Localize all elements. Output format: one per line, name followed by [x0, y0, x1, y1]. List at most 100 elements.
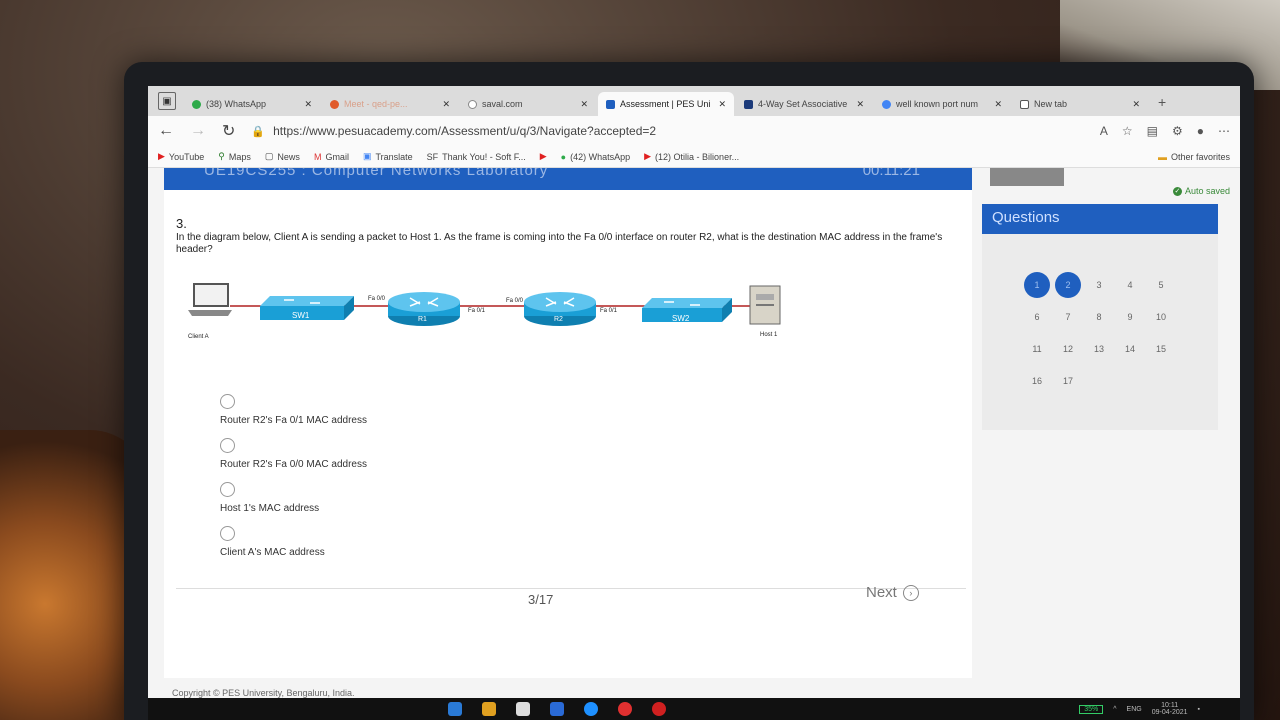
browser-tab[interactable]: well known port num ✕ — [874, 92, 1010, 116]
tray-up-icon[interactable]: ^ — [1113, 706, 1116, 713]
url-field[interactable]: 🔒 https://www.pesuacademy.com/Assessment… — [251, 124, 1083, 138]
question-nav-button[interactable]: 14 — [1117, 336, 1143, 362]
question-nav-button[interactable]: 12 — [1055, 336, 1081, 362]
back-arrow-icon[interactable]: ← — [158, 122, 174, 140]
profile-avatar-icon[interactable]: ● — [1197, 124, 1204, 138]
bookmark-youtube[interactable]: ▶ YouTube — [158, 151, 204, 162]
network-diagram: Client A SW1 R1 R2 SW2 Host 1 Fa 0/0 Fa … — [184, 276, 804, 356]
question-nav-button[interactable]: 11 — [1024, 336, 1050, 362]
option-radio[interactable] — [220, 526, 235, 541]
extensions-icon[interactable]: ⚙ — [1172, 124, 1183, 138]
option-label: Client A's MAC address — [220, 547, 325, 558]
network-diagram-svg — [188, 283, 781, 326]
next-button[interactable]: Next › — [866, 584, 919, 601]
app-icon[interactable] — [448, 702, 462, 716]
file-explorer-icon[interactable] — [482, 702, 496, 716]
favorite-star-icon[interactable]: ☆ — [1122, 124, 1133, 138]
bookmark-gmail[interactable]: M Gmail — [314, 152, 349, 162]
folder-icon: ▬ — [1157, 151, 1167, 162]
tab-close-icon[interactable]: ✕ — [718, 99, 726, 110]
answer-option[interactable]: Router R2's Fa 0/0 MAC address — [220, 438, 367, 470]
tab-close-icon[interactable]: ✕ — [856, 99, 864, 110]
bookmark-youtube-2[interactable]: ▶ — [540, 151, 547, 162]
reload-icon[interactable]: ↻ — [222, 121, 235, 141]
notification-icon[interactable]: ▪ — [1198, 706, 1200, 713]
question-nav-button[interactable]: 7 — [1055, 304, 1081, 330]
battery-indicator[interactable]: 35% — [1079, 704, 1104, 714]
taskbar-apps — [448, 702, 666, 716]
next-label: Next — [866, 584, 897, 601]
option-radio[interactable] — [220, 394, 235, 409]
chrome-icon[interactable] — [618, 702, 632, 716]
question-nav-button[interactable]: 3 — [1086, 272, 1112, 298]
google-icon — [882, 99, 891, 109]
label-host1: Host 1 — [760, 332, 778, 338]
label-r2-fa01: Fa 0/1 — [600, 308, 618, 314]
label-r1-fa00: Fa 0/0 — [368, 296, 386, 302]
browser-tab[interactable]: 4-Way Set Associative ✕ — [736, 92, 872, 116]
opera-icon[interactable] — [652, 702, 666, 716]
more-menu-icon[interactable]: ⋯ — [1218, 124, 1230, 138]
tab-close-icon[interactable]: ✕ — [304, 99, 312, 110]
answer-option[interactable]: Client A's MAC address — [220, 526, 325, 558]
collections-icon[interactable]: ▤ — [1147, 124, 1158, 138]
tab-close-icon[interactable]: ✕ — [1132, 99, 1140, 110]
other-favorites[interactable]: ▬ Other favorites — [1158, 152, 1230, 162]
tab-title: Meet - qed-pe... — [344, 99, 408, 109]
bookmark-label: Translate — [375, 151, 413, 162]
language-indicator[interactable]: ENG — [1127, 706, 1142, 713]
read-aloud-icon[interactable]: A — [1100, 124, 1108, 138]
chevron-right-icon: › — [902, 584, 919, 601]
youtube-icon: ▶ — [158, 151, 165, 161]
question-nav-button[interactable]: 6 — [1024, 304, 1050, 330]
question-nav-button[interactable]: 10 — [1148, 304, 1174, 330]
browser-tab[interactable]: saval.com ✕ — [460, 92, 596, 116]
option-radio[interactable] — [220, 482, 235, 497]
clock[interactable]: 10:11 09-04-2021 — [1152, 702, 1188, 716]
tab-actions-icon[interactable]: ▣ — [158, 92, 176, 110]
bookmark-label: Maps — [228, 151, 251, 162]
browser-toolbar-icons: A ☆ ▤ ⚙ ● ⋯ — [1100, 124, 1230, 138]
option-radio[interactable] — [220, 438, 235, 453]
bookmark-translate[interactable]: ▣ Translate — [363, 151, 413, 162]
app-icon[interactable] — [516, 702, 530, 716]
autosave-status: ✓ Auto saved — [1172, 186, 1230, 196]
bookmark-whatsapp[interactable]: ● (42) WhatsApp — [561, 152, 630, 162]
bookmark-news[interactable]: ▢ News — [265, 151, 300, 162]
question-nav-button[interactable]: 2 — [1055, 272, 1081, 298]
vscode-icon[interactable] — [550, 702, 564, 716]
tab-title: well known port num — [896, 99, 979, 109]
bookmark-maps[interactable]: ⚲ Maps — [218, 151, 251, 162]
new-tab-plus-icon[interactable]: + — [1158, 94, 1166, 110]
question-nav-button[interactable]: 4 — [1117, 272, 1143, 298]
tab-close-icon[interactable]: ✕ — [994, 99, 1002, 110]
question-nav-button[interactable]: 8 — [1086, 304, 1112, 330]
translate-icon: ▣ — [362, 151, 372, 161]
newtab-icon — [1020, 99, 1029, 109]
question-nav-button[interactable]: 15 — [1148, 336, 1174, 362]
tab-close-icon[interactable]: ✕ — [442, 99, 450, 110]
label-r1-fa01: Fa 0/1 — [468, 308, 486, 314]
forward-arrow-icon[interactable]: → — [190, 122, 206, 140]
bookmark-otilia[interactable]: ▶ (12) Otilia - Bilioner... — [644, 151, 739, 162]
question-nav-button[interactable]: 16 — [1024, 368, 1050, 394]
question-nav-button[interactable]: 9 — [1117, 304, 1143, 330]
question-nav-button[interactable]: 1 — [1024, 272, 1050, 298]
edge-icon[interactable] — [584, 702, 598, 716]
answer-option[interactable]: Host 1's MAC address — [220, 482, 319, 514]
label-sw2: SW2 — [672, 314, 690, 323]
check-icon: ✓ — [1172, 186, 1182, 196]
browser-tab[interactable]: (38) WhatsApp ✕ — [184, 92, 320, 116]
question-nav-button[interactable]: 5 — [1148, 272, 1174, 298]
bookmark-softf[interactable]: SF Thank You! - Soft F... — [427, 152, 526, 162]
meet-icon — [330, 99, 339, 109]
question-nav-button[interactable]: 17 — [1055, 368, 1081, 394]
browser-tab-active[interactable]: Assessment | PES Uni ✕ — [598, 92, 734, 116]
browser-tab[interactable]: Meet - qed-pe... ✕ — [322, 92, 458, 116]
tab-close-icon[interactable]: ✕ — [580, 99, 588, 110]
youtube-icon: ▶ — [644, 151, 652, 161]
answer-option[interactable]: Router R2's Fa 0/1 MAC address — [220, 394, 367, 426]
bookmark-label: (12) Otilia - Bilioner... — [655, 151, 740, 162]
question-nav-button[interactable]: 13 — [1086, 336, 1112, 362]
browser-tab[interactable]: New tab ✕ — [1012, 92, 1148, 116]
